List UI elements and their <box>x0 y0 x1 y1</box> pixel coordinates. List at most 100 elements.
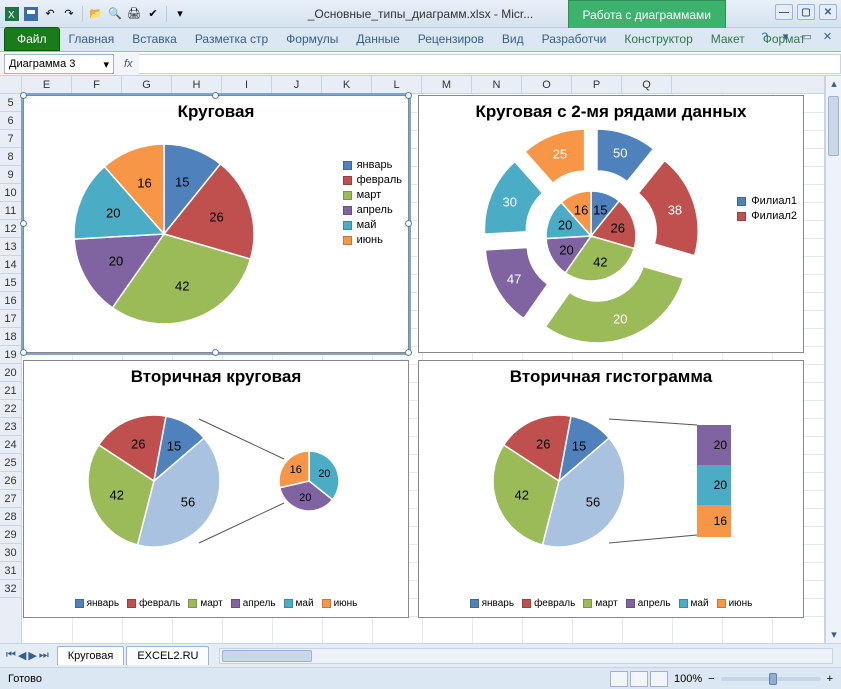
row-header[interactable]: 21 <box>0 382 21 400</box>
row-header[interactable]: 12 <box>0 220 21 238</box>
view-page-layout-icon[interactable] <box>630 671 648 687</box>
chart-pie-of-pie[interactable]: Вторичная круговая 42261556202016 январь… <box>23 360 409 618</box>
row-header[interactable]: 17 <box>0 310 21 328</box>
row-header[interactable]: 6 <box>0 112 21 130</box>
row-header[interactable]: 19 <box>0 346 21 364</box>
tab-developer[interactable]: Разработчи <box>533 27 616 51</box>
col-header[interactable]: G <box>122 76 172 93</box>
close-workbook-icon[interactable]: ✕ <box>820 30 835 45</box>
select-all-corner[interactable] <box>0 76 22 94</box>
tab-home[interactable]: Главная <box>60 27 124 51</box>
tab-data[interactable]: Данные <box>347 27 408 51</box>
open-icon[interactable]: 📂 <box>88 6 104 22</box>
row-header[interactable]: 7 <box>0 130 21 148</box>
zoom-out-button[interactable]: − <box>708 673 714 685</box>
tab-nav-prev-icon[interactable]: ◀ <box>18 649 26 662</box>
col-header[interactable]: F <box>72 76 122 93</box>
row-header[interactable]: 13 <box>0 238 21 256</box>
sheet-tab[interactable]: EXCEL2.RU <box>126 646 209 665</box>
view-normal-icon[interactable] <box>610 671 628 687</box>
zoom-slider[interactable] <box>721 677 821 681</box>
row-header[interactable]: 24 <box>0 436 21 454</box>
tab-nav-next-icon[interactable]: ▶ <box>28 649 36 662</box>
row-header[interactable]: 32 <box>0 580 21 598</box>
view-page-break-icon[interactable] <box>650 671 668 687</box>
maximize-button[interactable]: ▢ <box>797 4 815 20</box>
column-headers[interactable]: E F G H I J K L M N O P Q <box>22 76 824 94</box>
col-header[interactable]: Q <box>622 76 672 93</box>
tab-file[interactable]: Файл <box>4 27 60 51</box>
col-header[interactable]: P <box>572 76 622 93</box>
col-header[interactable]: J <box>272 76 322 93</box>
save-icon[interactable] <box>23 6 39 22</box>
tab-nav-first-icon[interactable]: ⏮ <box>6 649 16 662</box>
row-header[interactable]: 30 <box>0 544 21 562</box>
excel-icon: X <box>4 6 20 22</box>
col-header[interactable]: M <box>422 76 472 93</box>
scroll-up-icon[interactable]: ▴ <box>827 77 841 91</box>
row-header[interactable]: 18 <box>0 328 21 346</box>
tab-view[interactable]: Вид <box>493 27 533 51</box>
chart-bar-of-pie[interactable]: Вторичная гистограмма 16 20 20 42261556 … <box>418 360 804 618</box>
redo-icon[interactable]: ↷ <box>61 6 77 22</box>
vertical-scrollbar[interactable]: ▴ ▾ <box>825 76 841 643</box>
row-header[interactable]: 25 <box>0 454 21 472</box>
help-icon[interactable]: ? <box>757 30 772 45</box>
name-box-dropdown-icon[interactable]: ▾ <box>103 58 109 71</box>
row-header[interactable]: 31 <box>0 562 21 580</box>
col-header[interactable]: I <box>222 76 272 93</box>
scroll-thumb[interactable] <box>828 96 839 156</box>
col-header[interactable]: L <box>372 76 422 93</box>
zoom-in-button[interactable]: + <box>827 673 833 685</box>
chart-pie[interactable]: Круговая январь февраль март апрель май … <box>23 95 409 353</box>
tab-layout[interactable]: Разметка стр <box>186 27 277 51</box>
cell-grid[interactable]: E F G H I J K L M N O P Q 56789101112131… <box>0 76 825 643</box>
row-header[interactable]: 23 <box>0 418 21 436</box>
row-header[interactable]: 29 <box>0 526 21 544</box>
row-header[interactable]: 26 <box>0 472 21 490</box>
sheet-tab-active[interactable]: Круговая <box>57 646 125 665</box>
row-header[interactable]: 28 <box>0 508 21 526</box>
scroll-down-icon[interactable]: ▾ <box>827 628 841 642</box>
row-header[interactable]: 20 <box>0 364 21 382</box>
fx-icon[interactable]: fx <box>124 58 133 70</box>
formula-input[interactable] <box>139 54 841 74</box>
row-header[interactable]: 5 <box>0 94 21 112</box>
minimize-button[interactable]: — <box>775 4 793 20</box>
zoom-knob[interactable] <box>769 673 777 685</box>
tab-review[interactable]: Рецензиров <box>409 27 493 51</box>
row-header[interactable]: 22 <box>0 400 21 418</box>
scroll-thumb[interactable] <box>222 650 312 662</box>
qat-dropdown-icon[interactable]: ▾ <box>172 6 188 22</box>
print-icon[interactable]: 🖨 <box>126 6 142 22</box>
col-header[interactable]: N <box>472 76 522 93</box>
print-preview-icon[interactable]: 🔍 <box>107 6 123 22</box>
tab-insert[interactable]: Вставка <box>123 27 186 51</box>
row-header[interactable]: 9 <box>0 166 21 184</box>
col-header[interactable]: E <box>22 76 72 93</box>
row-headers[interactable]: 5678910111213141516171819202122232425262… <box>0 94 22 643</box>
row-header[interactable]: 16 <box>0 292 21 310</box>
col-header[interactable]: K <box>322 76 372 93</box>
undo-icon[interactable]: ↶ <box>42 6 58 22</box>
close-button[interactable]: ✕ <box>819 4 837 20</box>
row-header[interactable]: 27 <box>0 490 21 508</box>
restore-workbook-icon[interactable]: ▭ <box>799 30 814 45</box>
row-header[interactable]: 14 <box>0 256 21 274</box>
col-header[interactable]: O <box>522 76 572 93</box>
minimize-ribbon-icon[interactable]: ▾ <box>778 30 793 45</box>
col-header[interactable]: H <box>172 76 222 93</box>
row-header[interactable]: 10 <box>0 184 21 202</box>
spellcheck-icon[interactable]: ✔ <box>145 6 161 22</box>
tab-nav-last-icon[interactable]: ⏭ <box>39 649 49 662</box>
chart-pie-2series[interactable]: Круговая с 2-мя рядами данных Филиал1 Фи… <box>418 95 804 353</box>
horizontal-scrollbar[interactable] <box>219 648 833 664</box>
row-header[interactable]: 8 <box>0 148 21 166</box>
name-box[interactable]: Диаграмма 3 ▾ <box>4 54 114 74</box>
chart-tools-tab[interactable]: Работа с диаграммами <box>568 0 727 28</box>
tab-formulas[interactable]: Формулы <box>277 27 347 51</box>
tab-chart-design[interactable]: Конструктор <box>615 27 701 51</box>
row-header[interactable]: 15 <box>0 274 21 292</box>
tab-chart-layout[interactable]: Макет <box>702 27 754 51</box>
row-header[interactable]: 11 <box>0 202 21 220</box>
